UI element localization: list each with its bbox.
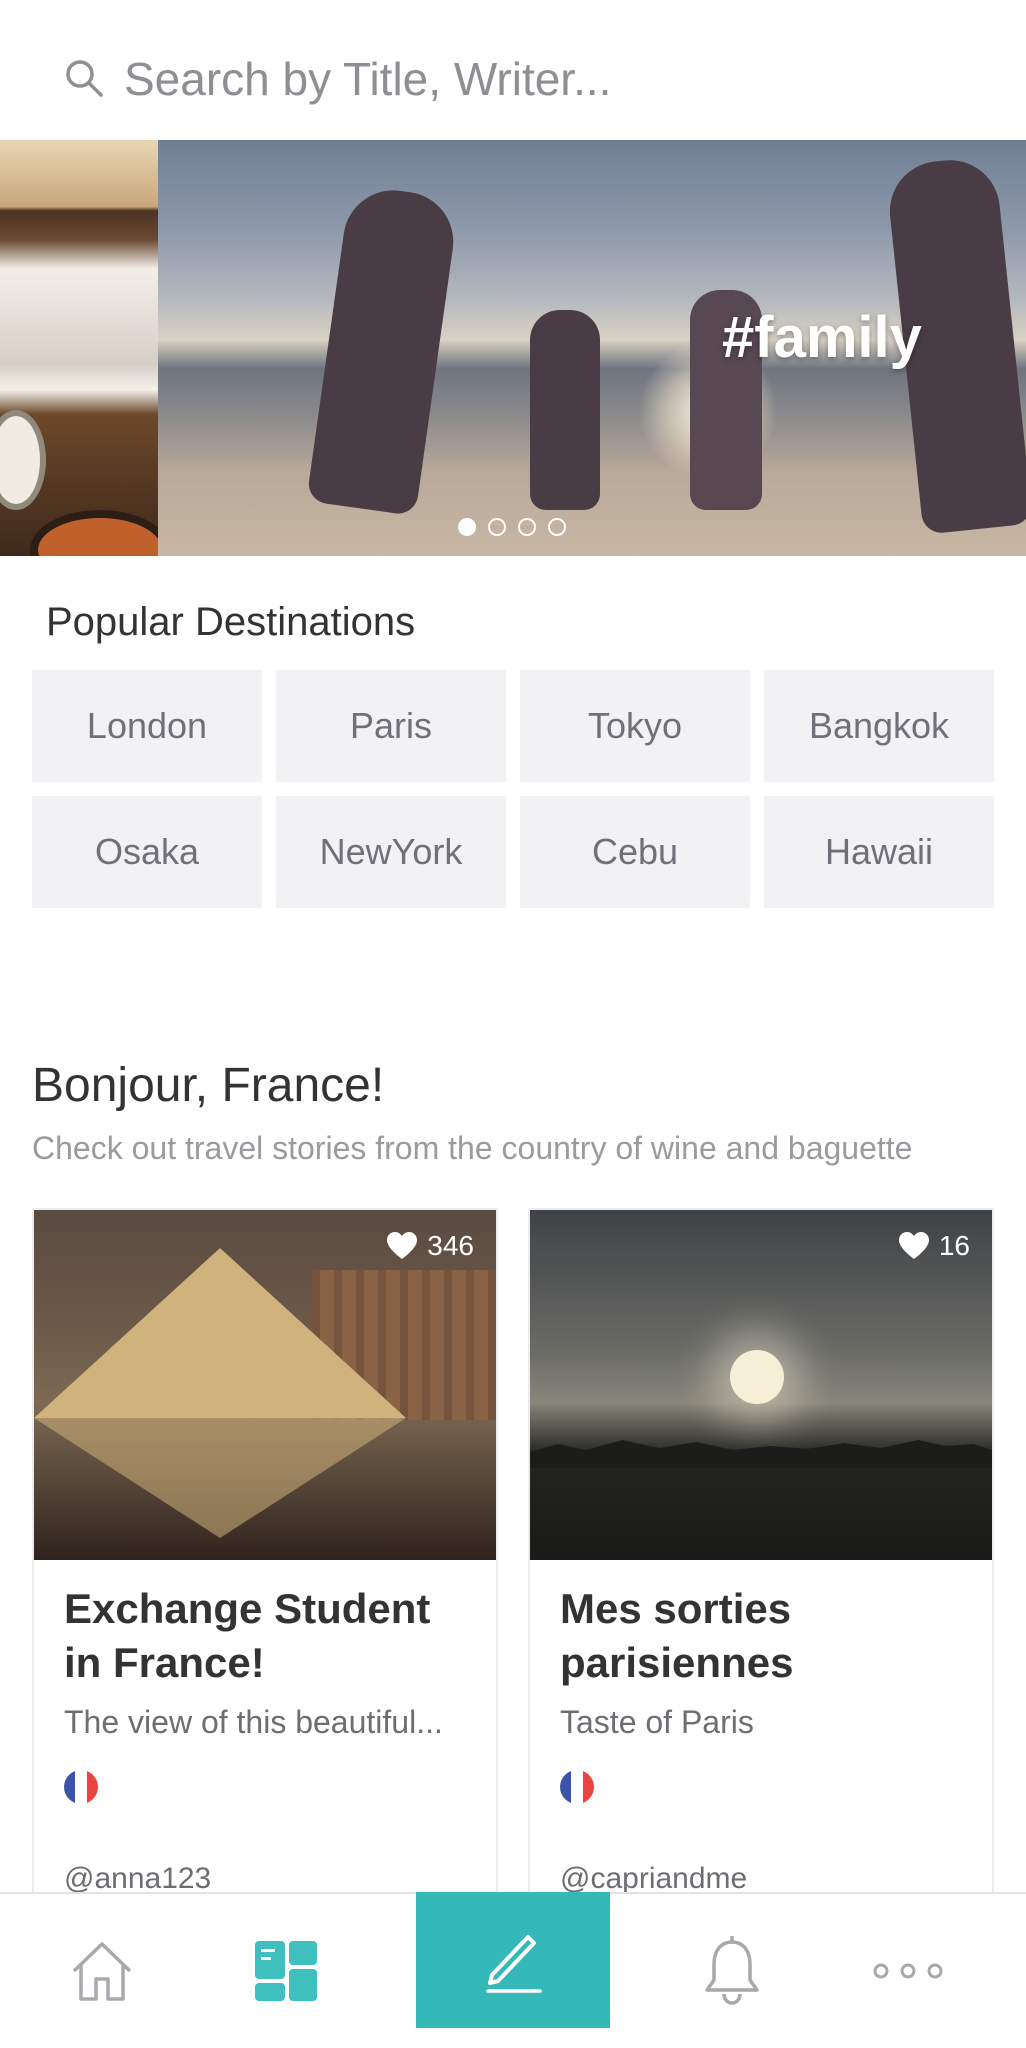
- pyramid-shape: [34, 1248, 406, 1418]
- heart-icon: [387, 1232, 418, 1259]
- destination-hawaii[interactable]: Hawaii: [764, 796, 994, 908]
- popular-destinations-title: Popular Destinations: [46, 600, 416, 644]
- france-flag-icon: [64, 1770, 98, 1804]
- sun-shape: [730, 1350, 784, 1404]
- banner-carousel[interactable]: #family: [0, 140, 1026, 556]
- like-count[interactable]: 16: [898, 1230, 970, 1262]
- story-card[interactable]: 16 Mes sorties parisiennes Taste of Pari…: [528, 1208, 994, 1908]
- carousel-dot[interactable]: [548, 518, 566, 536]
- destination-paris[interactable]: Paris: [276, 670, 506, 782]
- tab-feed[interactable]: [216, 1894, 356, 2048]
- like-count-value: 346: [427, 1230, 474, 1261]
- pyramid-reflection: [34, 1418, 406, 1538]
- silhouette-child-1: [530, 310, 600, 510]
- story-description: The view of this beautiful...: [64, 1704, 443, 1740]
- banner-slide-current[interactable]: #family: [158, 140, 1026, 556]
- home-icon: [72, 1942, 132, 2001]
- silhouette-father: [306, 183, 460, 517]
- destination-tokyo[interactable]: Tokyo: [520, 670, 750, 782]
- carousel-dot[interactable]: [488, 518, 506, 536]
- carousel-dot[interactable]: [458, 518, 476, 536]
- destination-london[interactable]: London: [32, 670, 262, 782]
- france-flag-icon: [560, 1770, 594, 1804]
- carousel-dot[interactable]: [518, 518, 536, 536]
- search-input[interactable]: [124, 48, 984, 110]
- carousel-indicator: [458, 518, 566, 536]
- story-title[interactable]: Exchange Student in France!: [64, 1582, 474, 1690]
- feature-section-subtitle: Check out travel stories from the countr…: [32, 1130, 913, 1166]
- more-icon: [873, 1963, 943, 1979]
- plate-image: [0, 410, 46, 510]
- story-image-louvre: 346: [34, 1210, 496, 1560]
- destination-grid: London Paris Tokyo Bangkok Osaka NewYork…: [32, 670, 994, 908]
- banner-hashtag: #family: [722, 305, 922, 370]
- destination-newyork[interactable]: NewYork: [276, 796, 506, 908]
- bell-icon: [705, 1936, 759, 2005]
- story-title[interactable]: Mes sorties parisiennes: [560, 1582, 970, 1690]
- treeline-shape: [530, 1440, 992, 1468]
- tab-write[interactable]: [416, 1892, 610, 2028]
- tab-notifications[interactable]: [662, 1894, 802, 2048]
- feed-icon: [255, 1941, 317, 2001]
- story-author[interactable]: @anna123: [64, 1862, 211, 1896]
- destination-bangkok[interactable]: Bangkok: [764, 670, 994, 782]
- destination-cebu[interactable]: Cebu: [520, 796, 750, 908]
- feature-section-title: Bonjour, France!: [32, 1059, 385, 1112]
- pencil-icon: [486, 1935, 542, 1993]
- like-count[interactable]: 346: [387, 1230, 474, 1262]
- bottom-tab-bar: [0, 1892, 1026, 2048]
- like-count-value: 16: [938, 1230, 970, 1261]
- banner-slide-previous[interactable]: [0, 140, 170, 556]
- heart-icon: [898, 1232, 929, 1259]
- search-icon: [66, 60, 103, 97]
- tab-more[interactable]: [838, 1894, 978, 2048]
- story-card[interactable]: 346 Exchange Student in France! The view…: [32, 1208, 498, 1908]
- tab-home[interactable]: [32, 1894, 172, 2048]
- pan-image: [30, 510, 170, 556]
- destination-osaka[interactable]: Osaka: [32, 796, 262, 908]
- story-description: Taste of Paris: [560, 1704, 754, 1740]
- story-author[interactable]: @capriandme: [560, 1862, 747, 1896]
- story-image-paris-sunset: 16: [530, 1210, 992, 1560]
- search-bar: [0, 0, 1026, 140]
